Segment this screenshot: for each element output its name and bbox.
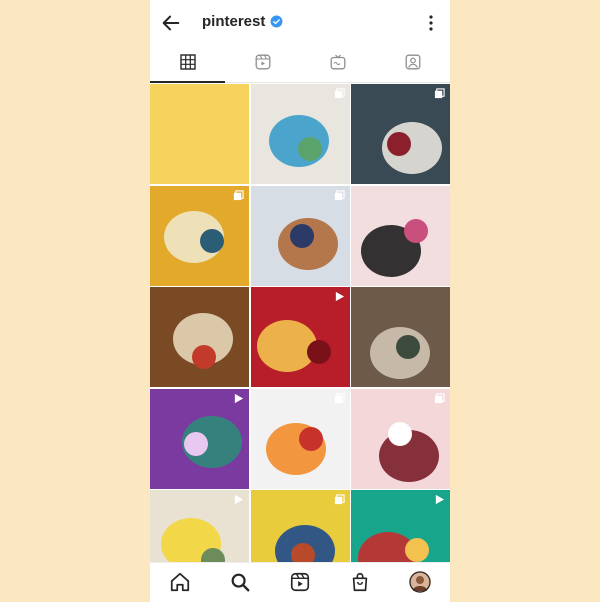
post-image bbox=[250, 388, 350, 489]
post-image bbox=[351, 185, 450, 286]
post-thumbnail[interactable] bbox=[351, 84, 450, 184]
igtv-icon bbox=[330, 54, 346, 75]
multiple-images-badge-icon bbox=[233, 189, 244, 200]
video-badge-icon bbox=[234, 494, 244, 505]
tab-posts[interactable] bbox=[150, 46, 225, 83]
multiple-images-badge-icon bbox=[334, 494, 345, 505]
search-icon[interactable] bbox=[229, 571, 251, 593]
tagged-icon bbox=[405, 54, 421, 75]
active-tab-indicator bbox=[150, 81, 225, 83]
post-image bbox=[150, 185, 249, 286]
post-image bbox=[150, 388, 249, 489]
profile-tabs bbox=[150, 46, 450, 83]
post-image bbox=[351, 287, 450, 387]
tab-igtv[interactable] bbox=[300, 46, 375, 82]
multiple-images-badge-icon bbox=[334, 392, 345, 403]
bottom-navigation bbox=[150, 562, 450, 602]
tab-tagged[interactable] bbox=[375, 46, 450, 82]
post-image bbox=[250, 185, 350, 286]
multiple-images-badge-icon bbox=[334, 189, 345, 200]
post-thumbnail[interactable] bbox=[250, 490, 350, 562]
home-icon[interactable] bbox=[169, 571, 191, 593]
verified-badge-icon bbox=[270, 15, 283, 28]
post-image bbox=[250, 287, 350, 387]
video-badge-icon bbox=[335, 291, 344, 302]
post-thumbnail[interactable] bbox=[250, 388, 350, 489]
shop-icon[interactable] bbox=[349, 571, 371, 593]
back-arrow-icon[interactable] bbox=[160, 12, 182, 34]
video-badge-icon bbox=[435, 494, 445, 505]
post-thumbnail[interactable] bbox=[150, 287, 249, 387]
phone-screen: pinterest bbox=[150, 0, 450, 602]
profile-title: pinterest bbox=[202, 13, 283, 30]
post-thumbnail[interactable] bbox=[150, 388, 249, 489]
post-image bbox=[351, 84, 450, 184]
post-thumbnail[interactable] bbox=[351, 185, 450, 286]
profile-avatar-icon[interactable] bbox=[409, 571, 431, 593]
profile-name: pinterest bbox=[202, 13, 266, 30]
post-thumbnail[interactable] bbox=[351, 490, 450, 562]
reels-nav-icon[interactable] bbox=[289, 571, 311, 593]
post-thumbnail[interactable] bbox=[150, 185, 249, 286]
post-thumbnail[interactable] bbox=[150, 490, 249, 562]
profile-header: pinterest bbox=[150, 0, 450, 46]
post-thumbnail[interactable] bbox=[250, 84, 350, 184]
post-thumbnail[interactable] bbox=[150, 84, 249, 184]
post-image bbox=[150, 287, 249, 387]
post-image bbox=[250, 84, 350, 184]
video-badge-icon bbox=[234, 393, 244, 403]
post-image bbox=[351, 388, 450, 489]
reels-icon bbox=[255, 54, 271, 75]
post-grid bbox=[150, 84, 450, 562]
grid-icon bbox=[179, 53, 196, 75]
post-thumbnail[interactable] bbox=[250, 287, 350, 387]
tab-reels[interactable] bbox=[225, 46, 300, 82]
more-options-icon[interactable] bbox=[428, 14, 434, 32]
multiple-images-badge-icon bbox=[334, 88, 345, 99]
post-thumbnail[interactable] bbox=[250, 185, 350, 286]
post-thumbnail[interactable] bbox=[351, 388, 450, 489]
multiple-images-badge-icon bbox=[434, 392, 445, 403]
post-thumbnail[interactable] bbox=[351, 287, 450, 387]
multiple-images-badge-icon bbox=[434, 88, 445, 99]
